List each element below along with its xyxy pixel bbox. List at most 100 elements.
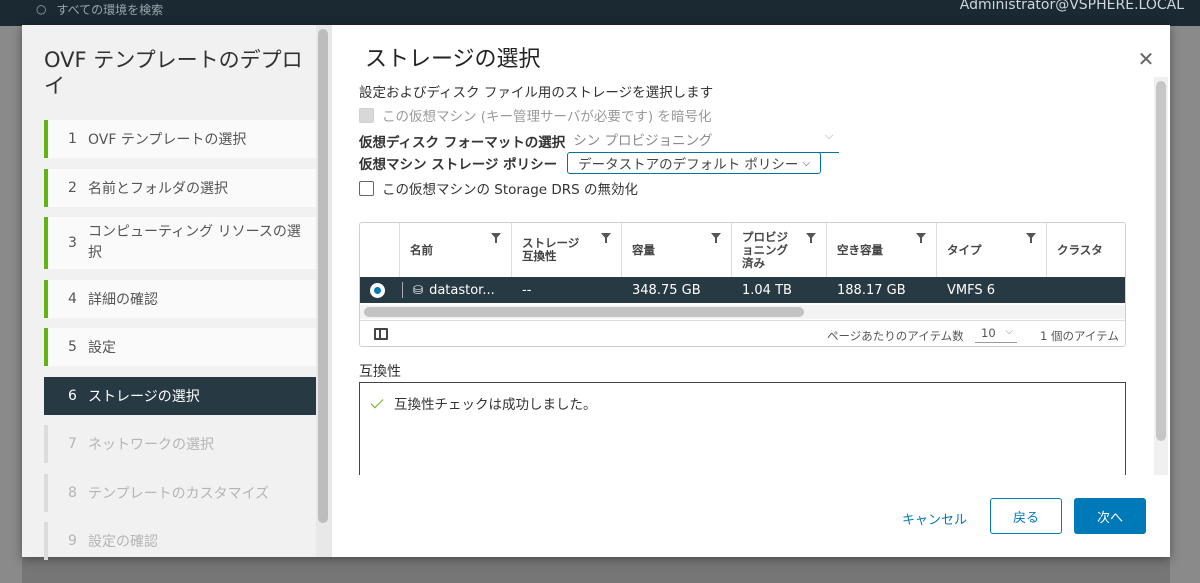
check-icon bbox=[372, 398, 386, 408]
compatibility-text: 互換性チェックは成功しました。 bbox=[394, 397, 597, 413]
column-label: タイプ bbox=[947, 242, 982, 257]
datastore-name: datastor... bbox=[429, 282, 495, 298]
step-number: 9 bbox=[68, 533, 77, 549]
close-icon[interactable]: ✕ bbox=[1136, 49, 1156, 69]
content-scrollbar-thumb[interactable] bbox=[1156, 81, 1166, 441]
step-label: 名前とフォルダの選択 bbox=[88, 180, 228, 197]
disk-format-value: シン プロビジョニング bbox=[573, 133, 713, 149]
step-label: 設定 bbox=[88, 340, 116, 356]
row-radio[interactable] bbox=[370, 282, 385, 298]
filter-icon[interactable] bbox=[491, 233, 501, 243]
encrypt-checkbox bbox=[359, 107, 374, 123]
page-title: ストレージの選択 bbox=[365, 47, 541, 72]
sdrs-option[interactable]: この仮想マシンの Storage DRS の無効化 bbox=[359, 178, 638, 198]
background-right-strip bbox=[1170, 26, 1200, 583]
disk-format-row: 仮想ディスク フォーマットの選択 シン プロビジョニング ⌵ bbox=[359, 129, 840, 153]
sdrs-label: この仮想マシンの Storage DRS の無効化 bbox=[382, 182, 639, 198]
step-number: 1 bbox=[68, 131, 77, 147]
encrypt-label: この仮想マシン (キー管理サーバが必要です) を暗号化 bbox=[382, 109, 712, 125]
per-page-value: 10 bbox=[981, 326, 996, 340]
background-left-strip bbox=[0, 26, 22, 583]
table-row[interactable]: ⛁ datastor... -- 348.75 GB 1.04 TB 188.1… bbox=[360, 277, 1125, 303]
step-number: 6 bbox=[68, 387, 77, 404]
per-page-select[interactable]: 10 ⌵ bbox=[975, 326, 1017, 343]
column-cluster[interactable]: クラスタ bbox=[1047, 223, 1125, 277]
filter-icon[interactable] bbox=[806, 233, 816, 243]
wizard-step-2[interactable]: 2 名前とフォルダの選択 bbox=[44, 168, 316, 207]
step-label: テンプレートのカスタマイズ bbox=[88, 485, 270, 502]
cell-name: ⛁ datastor... bbox=[400, 277, 512, 303]
filter-icon[interactable] bbox=[601, 233, 611, 243]
wizard-step-6[interactable]: 6 ストレージの選択 bbox=[44, 376, 316, 415]
grid-horizontal-scrollbar[interactable] bbox=[360, 305, 1125, 319]
column-name[interactable]: 名前 bbox=[400, 223, 512, 277]
column-capacity[interactable]: 容量 bbox=[622, 223, 732, 277]
filter-icon[interactable] bbox=[1026, 233, 1036, 243]
step-number: 2 bbox=[68, 179, 77, 196]
datastore-grid: 名前 ストレージ 互換性 容量 プロビジ ョニング 済み 空き容量 タイプ クラ… bbox=[359, 222, 1126, 347]
datastore-icon: ⛁ bbox=[413, 283, 424, 297]
storage-policy-select[interactable]: データストアのデフォルト ポリシー ⌵ bbox=[567, 152, 822, 174]
step-label: 詳細の確認 bbox=[88, 291, 158, 308]
column-label: ストレージ 互換性 bbox=[522, 236, 580, 263]
grid-select-column bbox=[360, 223, 400, 277]
step-label: OVF テンプレートの選択 bbox=[88, 132, 247, 148]
column-label: 容量 bbox=[632, 242, 655, 257]
column-free[interactable]: 空き容量 bbox=[827, 223, 937, 277]
deploy-ovf-wizard: OVF テンプレートのデプロイ 1 OVF テンプレートの選択 2 名前とフォルダの… bbox=[22, 25, 1170, 560]
step-number: 3 bbox=[68, 234, 77, 251]
cell-free: 188.17 GB bbox=[837, 282, 906, 298]
compatibility-message: 互換性チェックは成功しました。 bbox=[372, 393, 597, 413]
cell-type: VMFS 6 bbox=[947, 282, 996, 298]
column-compat[interactable]: ストレージ 互換性 bbox=[512, 223, 622, 277]
sdrs-checkbox[interactable] bbox=[359, 180, 374, 196]
disk-format-select[interactable]: シン プロビジョニング ⌵ bbox=[573, 129, 840, 153]
chevron-down-icon: ⌵ bbox=[802, 157, 811, 169]
nav-scrollbar-thumb[interactable] bbox=[318, 29, 328, 523]
step-label: コンピューティング リソースの選択 bbox=[88, 224, 301, 261]
wizard-steps: 1 OVF テンプレートの選択 2 名前とフォルダの選択 3 コンピューティング リソ… bbox=[44, 120, 316, 571]
wizard-step-9: 9 設定の確認 bbox=[44, 522, 316, 560]
step-label: ストレージの選択 bbox=[88, 388, 200, 405]
compatibility-label: 互換性 bbox=[359, 364, 401, 380]
filter-icon[interactable] bbox=[711, 233, 721, 243]
column-provisioned[interactable]: プロビジ ョニング 済み bbox=[732, 223, 827, 277]
storage-policy-row: 仮想マシン ストレージ ポリシー データストアのデフォルト ポリシー ⌵ bbox=[359, 152, 822, 174]
wizard-step-1[interactable]: 1 OVF テンプレートの選択 bbox=[44, 120, 316, 158]
search-icon: ○ bbox=[36, 2, 47, 16]
background-search-placeholder: すべての環境を検索 bbox=[56, 2, 164, 17]
wizard-content: ストレージの選択 ✕ 設定およびディスク ファイル用のストレージを選択します こ… bbox=[332, 25, 1170, 557]
background-user: Administrator@VSPHERE.LOCAL bbox=[959, 0, 1184, 13]
column-label: 空き容量 bbox=[837, 242, 883, 257]
wizard-title: OVF テンプレートのデプロイ bbox=[44, 48, 303, 98]
step-number: 8 bbox=[68, 484, 77, 501]
wizard-step-4[interactable]: 4 詳細の確認 bbox=[44, 279, 316, 318]
column-toggle-icon[interactable] bbox=[374, 328, 388, 340]
column-label: プロビジ ョニング 済み bbox=[742, 229, 788, 270]
row-divider bbox=[402, 282, 403, 298]
wizard-step-7: 7 ネットワークの選択 bbox=[44, 425, 316, 463]
back-button[interactable]: 戻る bbox=[990, 498, 1062, 534]
storage-policy-label: 仮想マシン ストレージ ポリシー bbox=[359, 157, 558, 173]
storage-policy-value: データストアのデフォルト ポリシー bbox=[578, 157, 799, 173]
wizard-step-8: 8 テンプレートのカスタマイズ bbox=[44, 473, 316, 512]
row-select[interactable] bbox=[360, 277, 400, 303]
wizard-nav: OVF テンプレートのデプロイ 1 OVF テンプレートの選択 2 名前とフォルダの… bbox=[22, 25, 332, 560]
grid-header: 名前 ストレージ 互換性 容量 プロビジ ョニング 済み 空き容量 タイプ クラ… bbox=[360, 223, 1125, 277]
next-button[interactable]: 次へ bbox=[1074, 498, 1146, 534]
column-type[interactable]: タイプ bbox=[937, 223, 1047, 277]
chevron-down-icon: ⌵ bbox=[1005, 326, 1013, 337]
nav-scrollbar[interactable] bbox=[316, 25, 332, 557]
cell-capacity: 348.75 GB bbox=[632, 282, 701, 298]
chevron-down-icon: ⌵ bbox=[824, 129, 834, 142]
step-label: 設定の確認 bbox=[88, 534, 158, 550]
content-scrollbar[interactable] bbox=[1154, 77, 1168, 475]
cell-cluster bbox=[1047, 277, 1125, 303]
step-number: 7 bbox=[68, 436, 77, 452]
grid-scrollbar-thumb[interactable] bbox=[364, 307, 804, 317]
cancel-button[interactable]: キャンセル bbox=[902, 509, 967, 528]
wizard-step-5[interactable]: 5 設定 bbox=[44, 328, 316, 366]
wizard-step-3[interactable]: 3 コンピューティング リソースの選択 bbox=[44, 217, 316, 269]
filter-icon[interactable] bbox=[916, 233, 926, 243]
step-number: 5 bbox=[68, 339, 77, 355]
